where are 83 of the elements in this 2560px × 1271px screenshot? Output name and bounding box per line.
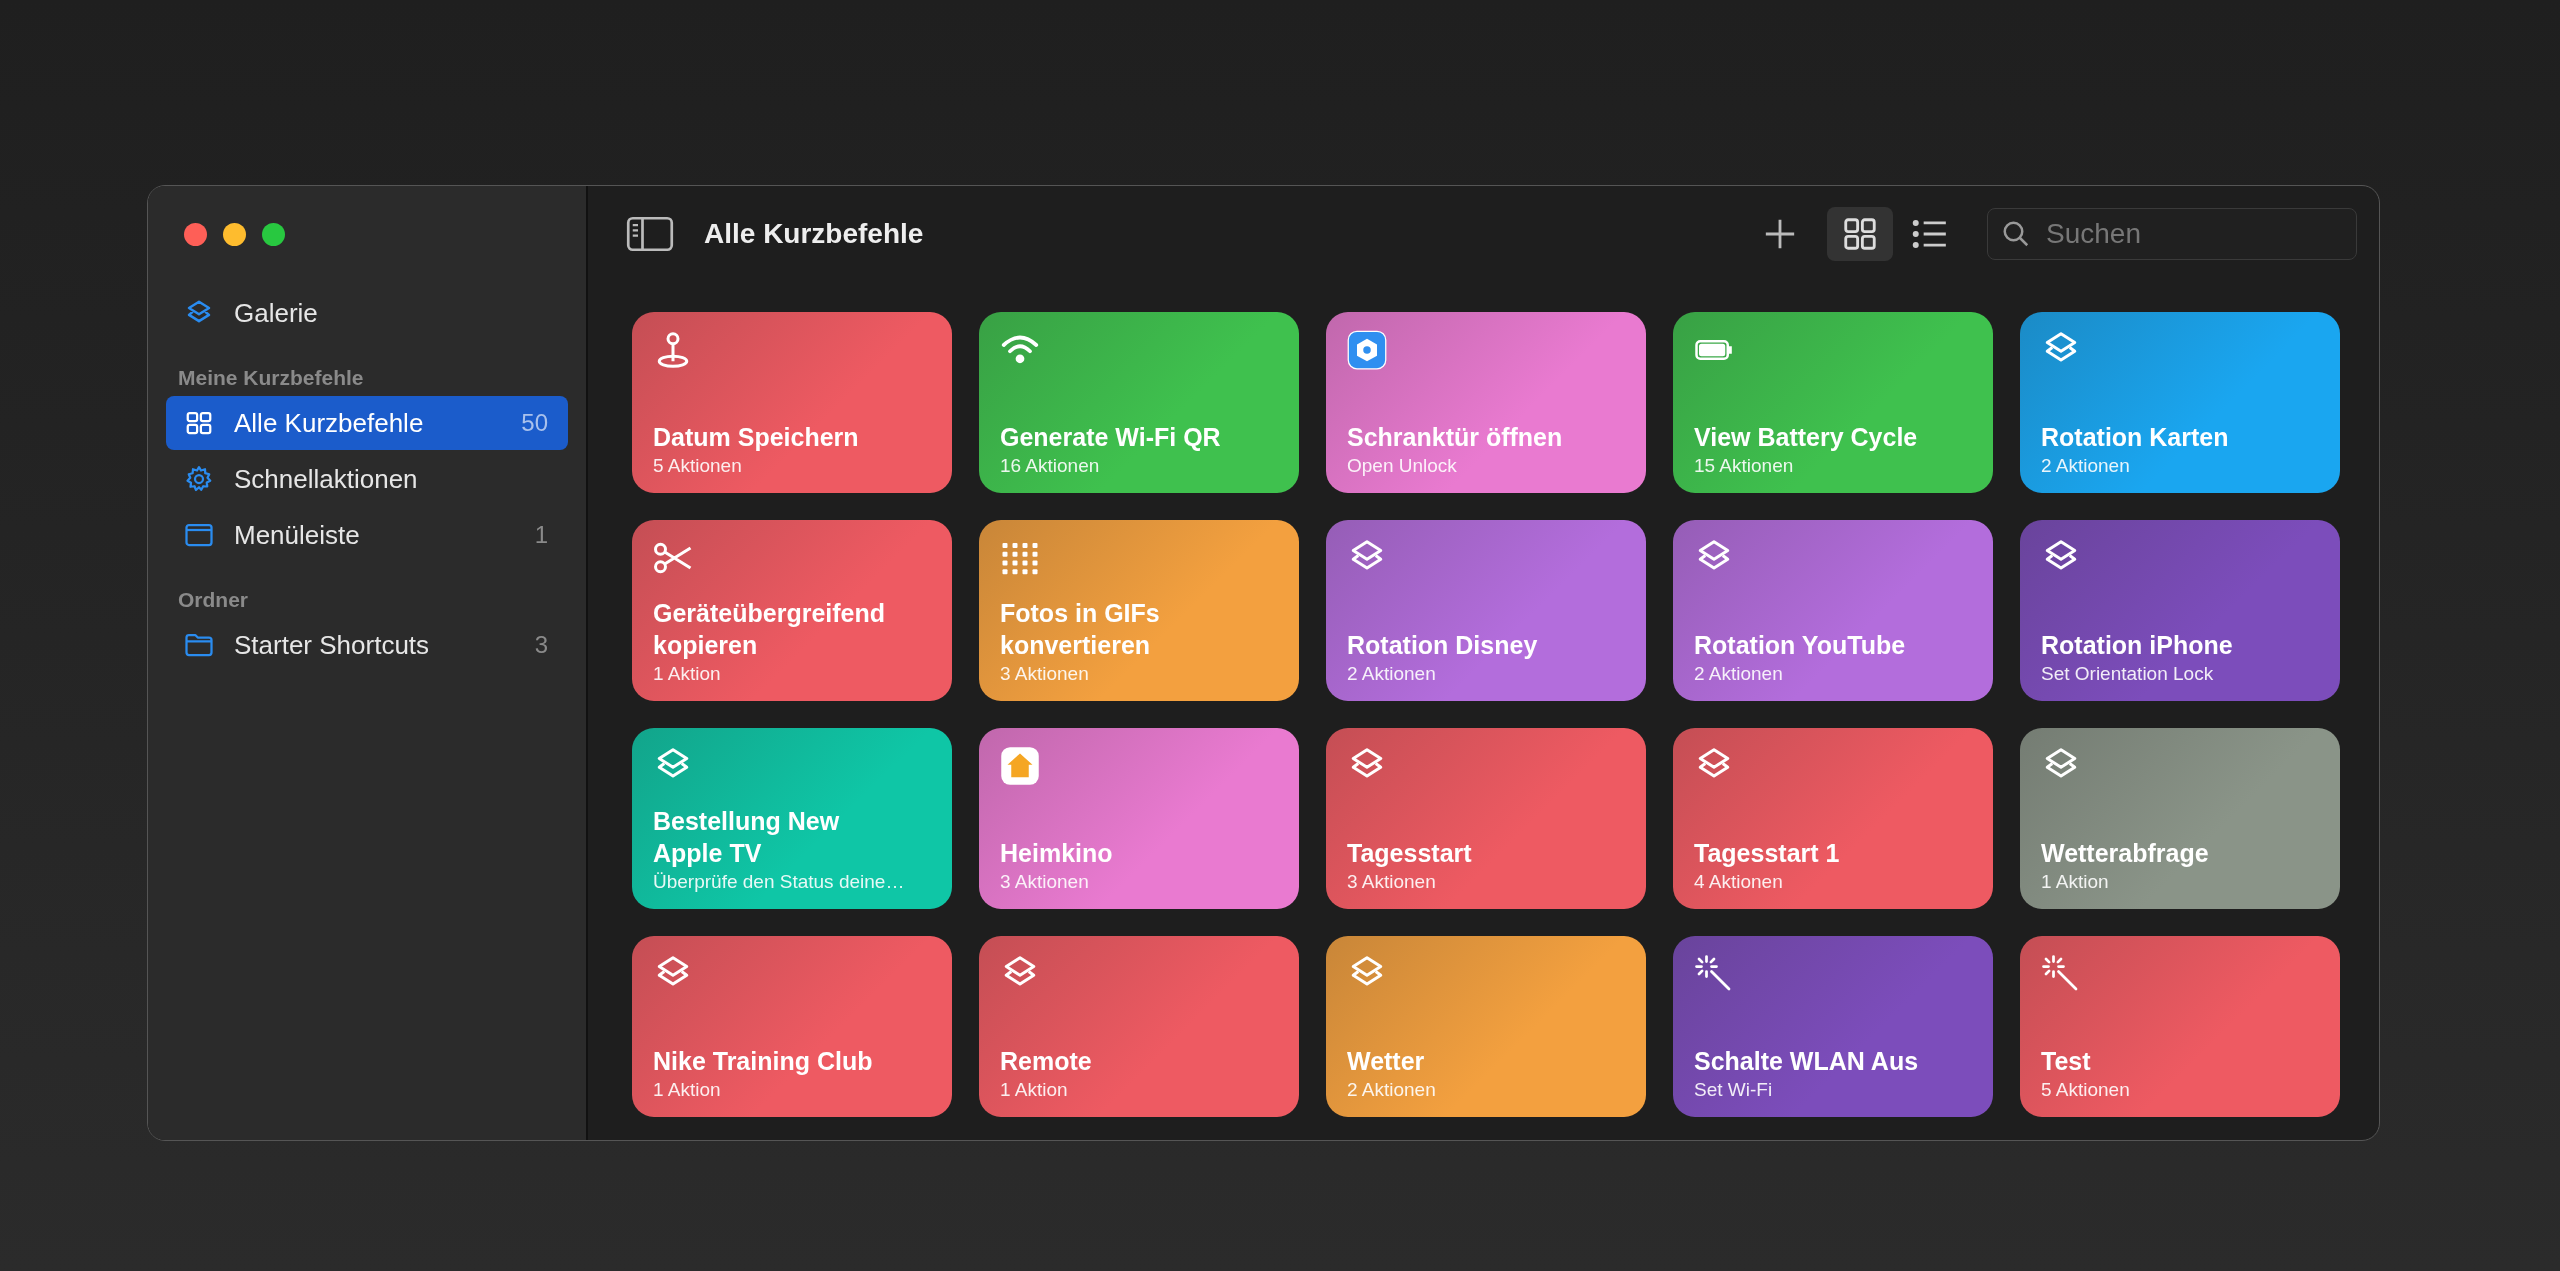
sidebar-item[interactable]: Schnellaktionen (166, 452, 568, 506)
shortcut-title: Tagesstart 1 (1694, 838, 1841, 869)
shortcut-title: Schranktür öffnen (1347, 422, 1564, 453)
shortcut-subtitle: 2 Aktionen (1347, 663, 1437, 685)
shortcut-tile[interactable]: Rotation Disney 2 Aktionen (1326, 520, 1646, 701)
shortcut-title: Rotation Karten (2041, 422, 2230, 453)
shortcut-title: Rotation iPhone (2041, 630, 2234, 661)
shortcut-subtitle: 15 Aktionen (1694, 455, 1795, 477)
sidebar-item[interactable]: Menüleiste 1 (166, 508, 568, 562)
shortcut-tile[interactable]: Rotation YouTube 2 Aktionen (1673, 520, 1993, 701)
shortcut-subtitle: 1 Aktion (653, 1079, 722, 1101)
shortcut-subtitle: Überprüfe den Status deine… (653, 871, 906, 893)
shortcut-subtitle: 3 Aktionen (1000, 663, 1090, 685)
shortcut-subtitle: 5 Aktionen (2041, 1079, 2131, 1101)
shortcut-tile[interactable]: Rotation iPhone Set Orientation Lock (2020, 520, 2340, 701)
search-icon (2001, 219, 2031, 249)
shortcut-title: Remote (1000, 1046, 1093, 1077)
sidebar-toggle-icon[interactable] (626, 216, 674, 252)
shortcut-subtitle: 5 Aktionen (653, 455, 743, 477)
settings-icon (184, 464, 214, 494)
shortcut-tile[interactable]: Test 5 Aktionen (2020, 936, 2340, 1117)
shortcut-tile[interactable]: Schalte WLAN Aus Set Wi-Fi (1673, 936, 1993, 1117)
shortcut-tile[interactable]: Fotos in GIFs konvertieren 3 Aktionen (979, 520, 1299, 701)
shortcut-subtitle: 4 Aktionen (1694, 871, 1784, 893)
shortcut-subtitle: Set Orientation Lock (2041, 663, 2215, 685)
shortcut-title: Generate Wi-Fi QR (1000, 422, 1222, 453)
shortcut-title: Heimkino (1000, 838, 1114, 869)
sidebar-item[interactable]: Starter Shortcuts 3 (166, 618, 568, 672)
shortcut-subtitle: 1 Aktion (2041, 871, 2110, 893)
shortcut-tile[interactable]: View Battery Cycle 15 Aktionen (1673, 312, 1993, 493)
shortcut-tile[interactable]: Bestellung New Apple TV Überprüfe den Status deine… (632, 728, 952, 909)
shortcut-subtitle: 2 Aktionen (1347, 1079, 1437, 1101)
window-title: Alle Kurzbefehle (704, 218, 924, 250)
shortcut-tile[interactable]: Wetterabfrage 1 Aktion (2020, 728, 2340, 909)
shortcut-subtitle: Set Wi-Fi (1694, 1079, 1774, 1101)
app-icon (1347, 330, 1387, 370)
shortcut-subtitle: 16 Aktionen (1000, 455, 1101, 477)
shortcut-tile[interactable]: Wetter 2 Aktionen (1326, 936, 1646, 1117)
shortcut-title: Bestellung New Apple TV (653, 806, 841, 869)
item-count: 3 (534, 631, 548, 659)
shortcut-subtitle: 1 Aktion (653, 663, 722, 685)
shortcut-tile[interactable]: Rotation Karten 2 Aktionen (2020, 312, 2340, 493)
grid-icon (1841, 215, 1879, 253)
shortcut-tile[interactable]: Generate Wi-Fi QR 16 Aktionen (979, 312, 1299, 493)
shortcut-title: Tagesstart (1347, 838, 1473, 869)
search-field[interactable]: Suchen (1987, 208, 2357, 260)
shortcut-tile[interactable]: Tagesstart 1 4 Aktionen (1673, 728, 1993, 909)
shortcut-title: Rotation YouTube (1694, 630, 1907, 661)
grid-view-button[interactable] (1827, 207, 1893, 261)
shortcut-tile[interactable]: Tagesstart 3 Aktionen (1326, 728, 1646, 909)
shortcut-tile[interactable]: Heimkino 3 Aktionen (979, 728, 1299, 909)
shortcut-title: Nike Training Club (653, 1046, 874, 1077)
section-title: Ordner (177, 587, 249, 613)
shortcut-title: Rotation Disney (1347, 630, 1539, 661)
home-app-icon (1000, 746, 1040, 786)
shortcut-subtitle: 2 Aktionen (1694, 663, 1784, 685)
shortcut-title: Wetterabfrage (2041, 838, 2210, 869)
shortcut-subtitle: 2 Aktionen (2041, 455, 2131, 477)
shortcut-title: Geräteübergreifend kopieren (653, 598, 886, 661)
shortcut-title: Fotos in GIFs konvertieren (1000, 598, 1161, 661)
sidebar-item[interactable]: Alle Kurzbefehle 50 (166, 396, 568, 450)
shortcut-subtitle: 3 Aktionen (1347, 871, 1437, 893)
shortcut-tile[interactable]: Schranktür öffnen Open Unlock (1326, 312, 1646, 493)
item-count: 1 (534, 521, 548, 549)
shortcut-title: Schalte WLAN Aus (1694, 1046, 1920, 1077)
zoom-button[interactable] (262, 223, 285, 246)
add-icon[interactable] (1763, 217, 1797, 251)
shortcut-subtitle: Open Unlock (1347, 455, 1458, 477)
section-title: Meine Kurzbefehle (177, 365, 365, 391)
shortcut-title: View Battery Cycle (1694, 422, 1919, 453)
minimize-button[interactable] (223, 223, 246, 246)
shortcut-title: Test (2041, 1046, 2092, 1077)
shortcut-tile[interactable]: Nike Training Club 1 Aktion (632, 936, 952, 1117)
shortcut-title: Datum Speichern (653, 422, 860, 453)
shortcut-subtitle: 3 Aktionen (1000, 871, 1090, 893)
shortcut-subtitle: 1 Aktion (1000, 1079, 1069, 1101)
shortcut-title: Wetter (1347, 1046, 1426, 1077)
item-count: 50 (521, 409, 548, 437)
shortcut-tile[interactable]: Datum Speichern 5 Aktionen (632, 312, 952, 493)
sidebar-item[interactable]: Galerie (166, 286, 568, 340)
shortcut-tile[interactable]: Geräteübergreifend kopieren 1 Aktion (632, 520, 952, 701)
close-button[interactable] (184, 223, 207, 246)
shortcut-tile[interactable]: Remote 1 Aktion (979, 936, 1299, 1117)
